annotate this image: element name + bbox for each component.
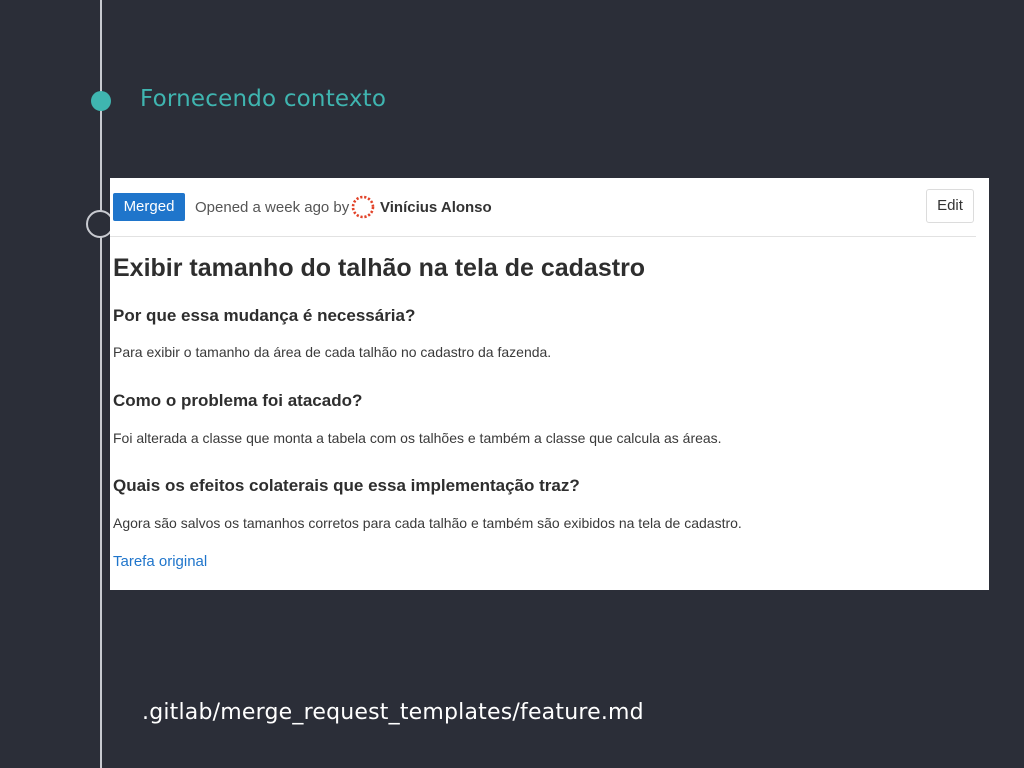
merge-request-title: Exibir tamanho do talhão na tela de cada… <box>113 254 646 282</box>
author-name[interactable]: Vinícius Alonso <box>380 199 492 216</box>
section-body-how: Foi alterada a classe que monta a tabela… <box>113 430 722 446</box>
timeline-dot-active <box>91 91 111 111</box>
status-badge: Merged <box>113 193 185 221</box>
timeline-line <box>100 0 102 768</box>
section-heading-why: Por que essa mudança é necessária? <box>113 306 416 325</box>
template-file-path: .gitlab/merge_request_templates/feature.… <box>142 700 644 725</box>
merge-request-card: Merged Opened a week ago by Vinícius Alo… <box>110 178 989 590</box>
section-body-side-effects: Agora são salvos os tamanhos corretos pa… <box>113 515 742 531</box>
section-body-why: Para exibir o tamanho da área de cada ta… <box>113 344 552 360</box>
author-avatar-icon[interactable] <box>350 194 376 220</box>
original-task-link[interactable]: Tarefa original <box>113 553 207 570</box>
merge-request-header: Merged Opened a week ago by Vinícius Alo… <box>110 178 976 237</box>
opened-info: Opened a week ago by <box>195 199 350 216</box>
section-heading-how: Como o problema foi atacado? <box>113 391 363 410</box>
edit-button[interactable]: Edit <box>926 189 974 223</box>
section-heading-side-effects: Quais os efeitos colaterais que essa imp… <box>113 476 580 495</box>
slide-title: Fornecendo contexto <box>140 86 387 112</box>
